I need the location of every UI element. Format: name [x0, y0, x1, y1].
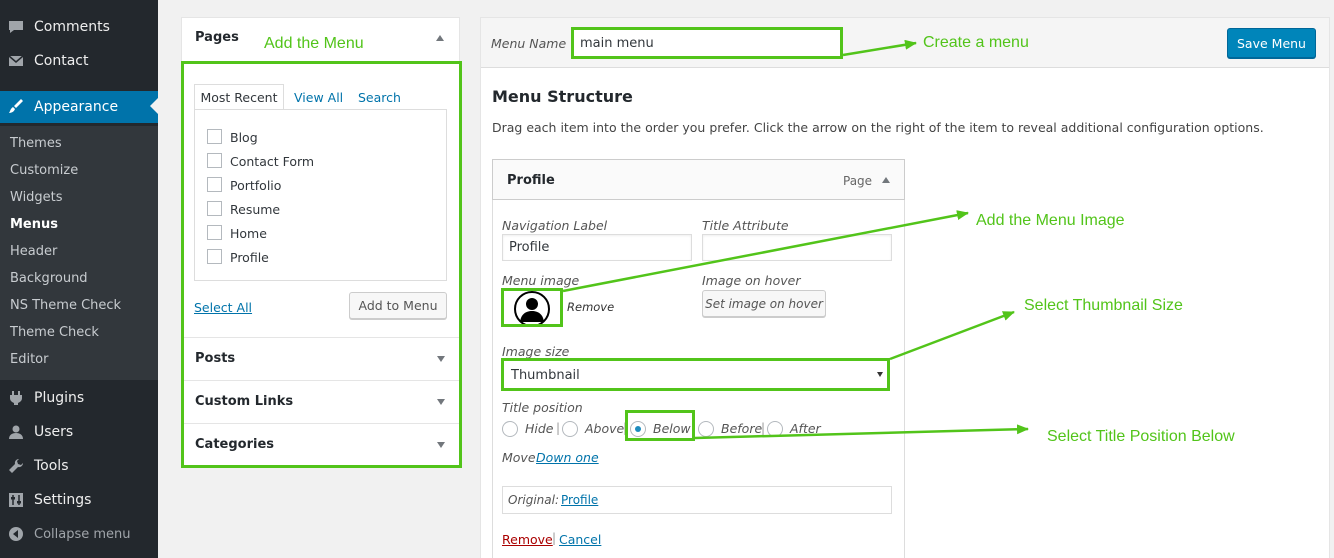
arrow-title-below	[694, 424, 1029, 440]
annotation-add-image: Add the Menu Image	[976, 212, 1125, 229]
annotation-create-menu: Create a menu	[923, 34, 1029, 51]
annotation-title-below: Select Title Position Below	[1047, 428, 1235, 445]
annotation-thumbnail-size: Select Thumbnail Size	[1024, 297, 1183, 314]
arrow-create-menu	[842, 39, 917, 57]
arrow-thumbnail	[889, 310, 1015, 361]
annotation-arrows	[562, 39, 1029, 440]
arrow-add-image	[562, 210, 969, 293]
annotation-add-menu: Add the Menu	[264, 35, 364, 52]
